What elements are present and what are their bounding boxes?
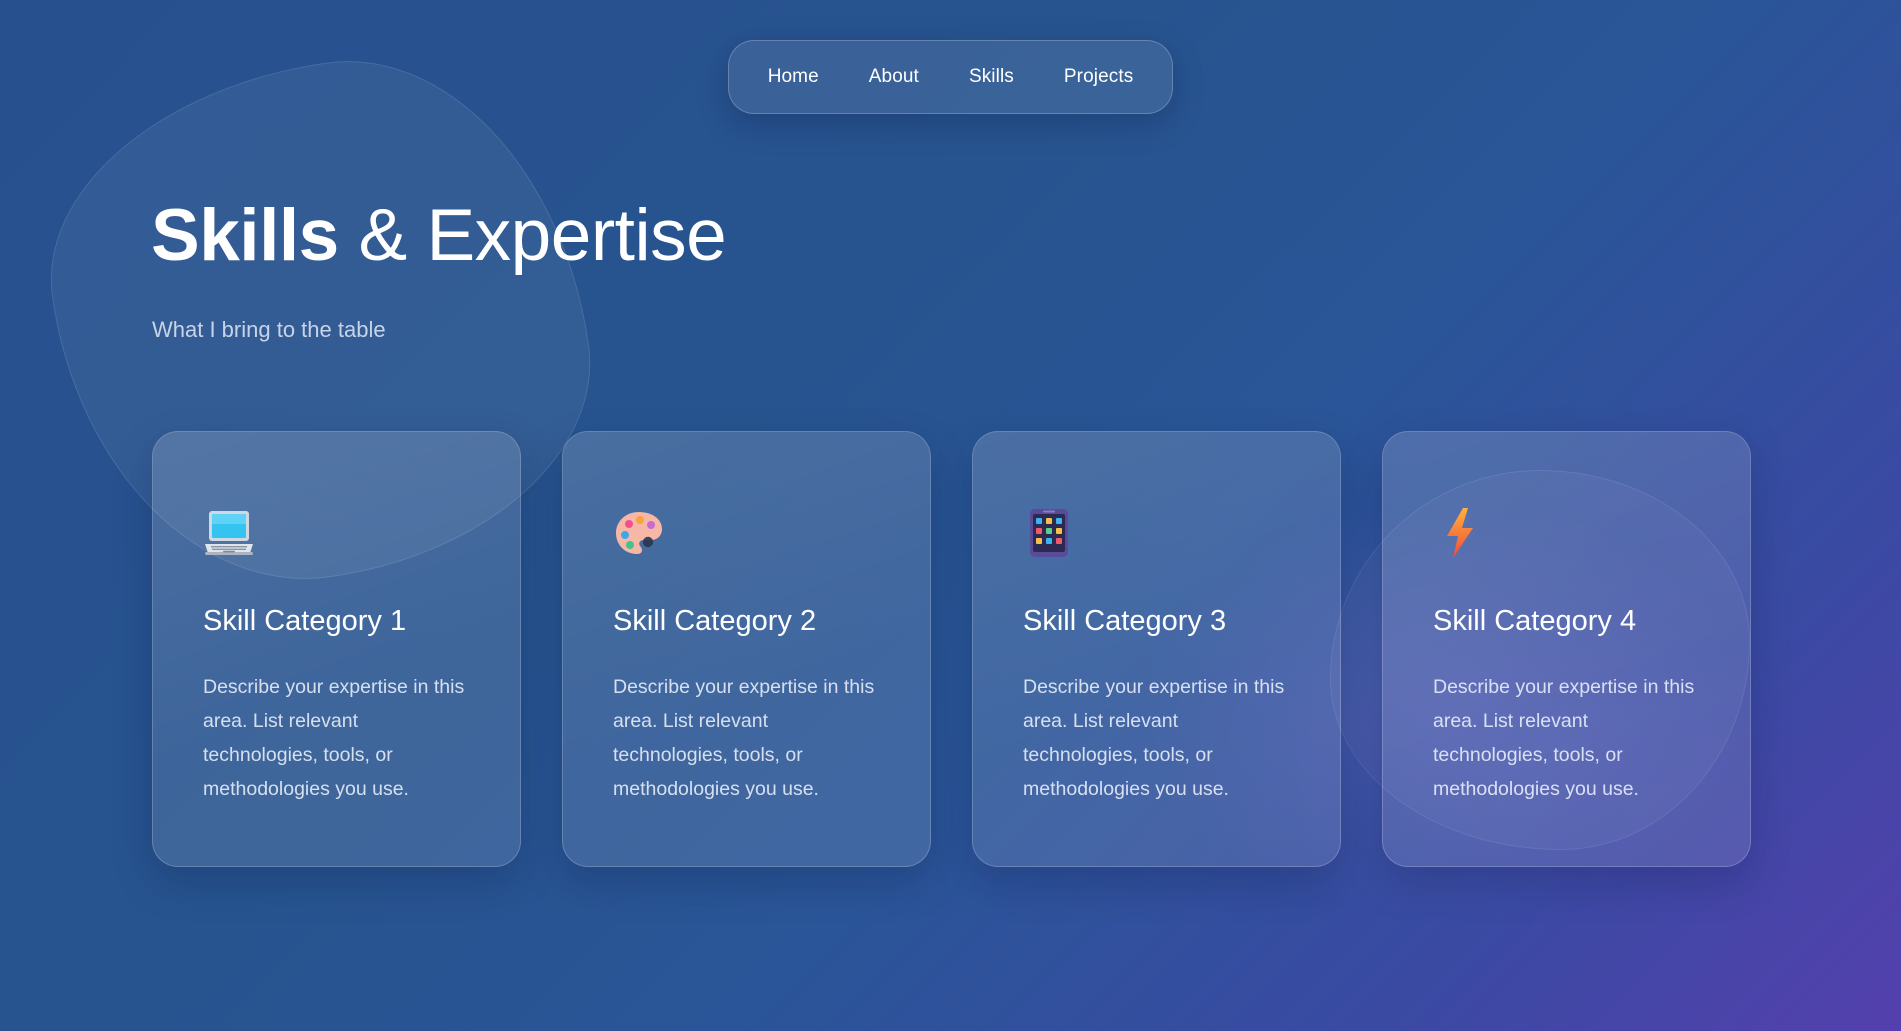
page-subtitle: What I bring to the table	[152, 317, 386, 342]
card-title: Skill Category 1	[203, 605, 407, 637]
card-description: Describe your expertise in this area. Li…	[1023, 676, 1285, 800]
palette-icon	[613, 506, 665, 560]
lightning-icon	[1433, 506, 1485, 560]
nav-link-skills[interactable]: Skills	[969, 66, 1014, 88]
page-title-bold: Skills	[151, 195, 339, 276]
card-title: Skill Category 2	[613, 605, 817, 637]
card-description: Describe your expertise in this area. Li…	[1433, 676, 1695, 800]
top-navigation: Home About Skills Projects	[728, 40, 1173, 114]
nav-link-home[interactable]: Home	[768, 66, 819, 88]
laptop-icon	[203, 506, 255, 560]
page-title-rest: & Expertise	[338, 195, 727, 276]
card-title: Skill Category 4	[1433, 605, 1637, 637]
skill-card: Skill Category 2 Describe your expertise…	[562, 431, 931, 867]
card-description: Describe your expertise in this area. Li…	[203, 676, 465, 800]
card-description: Describe your expertise in this area. Li…	[613, 676, 875, 800]
skills-cards: Skill Category 1 Describe your expertise…	[152, 431, 1751, 867]
mobile-phone-icon	[1023, 506, 1075, 560]
skill-card: Skill Category 1 Describe your expertise…	[152, 431, 521, 867]
card-title: Skill Category 3	[1023, 605, 1227, 637]
nav-link-projects[interactable]: Projects	[1064, 66, 1133, 88]
page-title: Skills & Expertise	[151, 192, 727, 280]
nav-link-about[interactable]: About	[869, 66, 919, 88]
skill-card: Skill Category 4 Describe your expertise…	[1382, 431, 1751, 867]
skill-card: Skill Category 3 Describe your expertise…	[972, 431, 1341, 867]
